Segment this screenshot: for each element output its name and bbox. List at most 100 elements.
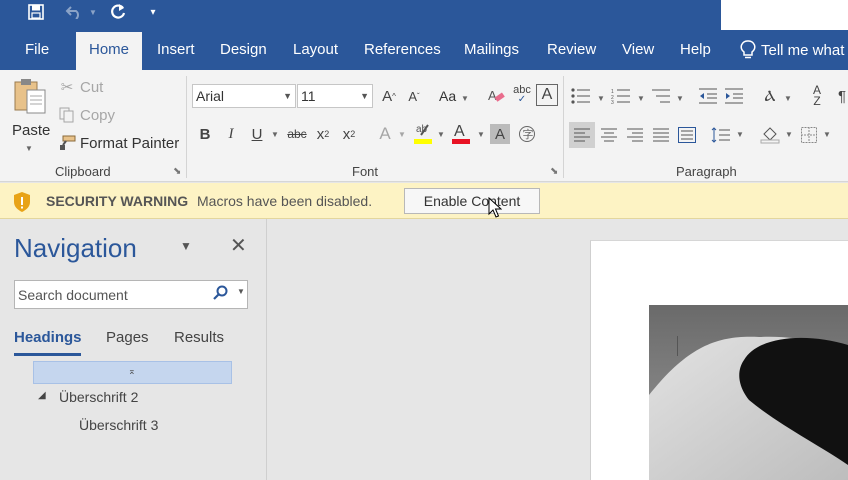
navigation-title: Navigation	[14, 233, 137, 263]
close-icon[interactable]: ✕	[230, 233, 247, 258]
underline-icon[interactable]: U	[248, 124, 266, 144]
ribbon-tabs: File Home Insert Design Layout Reference…	[0, 30, 848, 70]
shading-icon[interactable]	[758, 122, 782, 148]
cut-label[interactable]: Cut	[80, 79, 103, 96]
document-image[interactable]	[649, 305, 848, 480]
tab-view[interactable]: View	[622, 30, 654, 70]
align-right-icon[interactable]	[623, 122, 647, 148]
bullets-dropdown-icon[interactable]: ▼	[596, 94, 606, 103]
shading-dropdown-icon[interactable]: ▼	[784, 130, 794, 139]
tab-help[interactable]: Help	[680, 30, 711, 70]
shrink-font-icon[interactable]: Aˇ	[404, 86, 424, 106]
format-painter-icon[interactable]	[58, 134, 76, 152]
increase-indent-icon[interactable]	[723, 86, 745, 106]
navigation-pane: Navigation ▼ ✕ Search document ▼ Heading…	[0, 219, 267, 480]
text-effects-abc-icon[interactable]: abc ✓	[512, 84, 532, 106]
numbering-icon[interactable]: 123	[610, 86, 632, 106]
multilevel-list-icon[interactable]	[650, 86, 672, 106]
subscript-icon[interactable]: x2	[313, 124, 333, 144]
undo-icon[interactable]	[62, 0, 86, 24]
copy-icon[interactable]	[58, 106, 76, 124]
asian-layout-dropdown-icon[interactable]: ▼	[783, 94, 793, 103]
chevron-down-icon[interactable]: ▼	[283, 85, 292, 107]
expander-icon[interactable]: ◢	[38, 390, 46, 401]
show-marks-icon[interactable]: ¶	[836, 86, 848, 106]
character-border-icon[interactable]: A	[536, 84, 558, 106]
tab-design[interactable]: Design	[220, 30, 267, 70]
search-input[interactable]: Search document ▼	[14, 280, 248, 309]
highlight-dropdown-icon[interactable]: ▼	[436, 130, 446, 139]
selected-heading-row[interactable]: ⌅	[33, 361, 232, 384]
asian-layout-icon[interactable]: Ⲁ	[758, 86, 782, 106]
tab-home[interactable]: Home	[76, 32, 142, 70]
heading-item[interactable]: Überschrift 2	[59, 389, 138, 405]
font-size-combo[interactable]: 11 ▼	[297, 84, 373, 108]
ribbon-separator	[563, 76, 564, 178]
search-options-icon[interactable]: ▼	[237, 287, 245, 296]
font-name-combo[interactable]: Arial ▼	[192, 84, 296, 108]
decrease-indent-icon[interactable]	[697, 86, 719, 106]
superscript-icon[interactable]: x2	[339, 124, 359, 144]
align-center-icon[interactable]	[597, 122, 621, 148]
save-icon[interactable]	[24, 0, 48, 24]
enable-content-button[interactable]: Enable Content	[404, 188, 540, 214]
tab-file[interactable]: File	[25, 30, 49, 70]
change-case-dropdown-icon[interactable]: ▼	[460, 94, 470, 103]
search-icon[interactable]	[213, 285, 229, 304]
change-case-label[interactable]: Aa	[439, 88, 456, 104]
tab-mailings[interactable]: Mailings	[464, 30, 519, 70]
text-highlight-icon[interactable]: ab	[412, 120, 434, 146]
borders-icon[interactable]	[798, 122, 820, 148]
clear-formatting-icon[interactable]: A	[486, 86, 506, 106]
font-name-value: Arial	[196, 88, 225, 104]
format-painter-label[interactable]: Format Painter	[80, 135, 179, 152]
clipboard-launcher-icon[interactable]: ⬊	[173, 166, 181, 177]
pane-options-icon[interactable]: ▼	[180, 239, 192, 253]
heading-item[interactable]: Überschrift 3	[79, 417, 158, 433]
strikethrough-icon[interactable]: abc	[285, 124, 309, 144]
svg-text:字: 字	[523, 127, 534, 141]
tell-me-box[interactable]: Tell me what	[740, 30, 844, 70]
font-color-dropdown-icon[interactable]: ▼	[476, 130, 486, 139]
tab-references[interactable]: References	[364, 30, 441, 70]
bold-icon[interactable]: B	[196, 124, 214, 144]
customize-qat-icon[interactable]: ▾	[145, 0, 161, 24]
bullets-icon[interactable]	[570, 86, 592, 106]
paste-icon[interactable]	[12, 76, 48, 116]
text-effects-dropdown-icon[interactable]: ▼	[397, 130, 407, 139]
ribbon: Paste ▼ ✂ Cut Copy Format Painter Clipbo…	[0, 70, 848, 182]
chevron-down-icon[interactable]: ▼	[360, 85, 369, 107]
text-effects-icon[interactable]: A	[376, 124, 394, 144]
tab-layout[interactable]: Layout	[293, 30, 338, 70]
borders-dropdown-icon[interactable]: ▼	[822, 130, 832, 139]
character-shading-icon[interactable]: A	[490, 124, 510, 144]
justify-icon[interactable]	[649, 122, 673, 148]
align-left-icon[interactable]	[569, 122, 595, 148]
cut-icon[interactable]: ✂	[58, 78, 76, 96]
tab-results[interactable]: Results	[174, 329, 224, 346]
svg-text:A: A	[488, 88, 497, 103]
enclose-characters-icon[interactable]: 字	[517, 124, 537, 144]
tab-review[interactable]: Review	[547, 30, 596, 70]
font-color-icon[interactable]: A	[450, 120, 472, 146]
copy-label[interactable]: Copy	[80, 107, 115, 124]
undo-dropdown-icon[interactable]: ▼	[87, 0, 99, 24]
redo-icon[interactable]	[106, 0, 130, 24]
tab-insert[interactable]: Insert	[157, 30, 195, 70]
paste-dropdown-icon[interactable]: ▼	[24, 144, 34, 153]
sort-icon[interactable]: AZ	[806, 84, 828, 108]
ribbon-separator	[186, 76, 187, 178]
tab-headings[interactable]: Headings	[14, 329, 82, 346]
paste-label[interactable]: Paste	[12, 122, 50, 139]
collapse-icon[interactable]: ⌅	[128, 366, 136, 377]
line-spacing-dropdown-icon[interactable]: ▼	[735, 130, 745, 139]
italic-icon[interactable]: I	[222, 124, 240, 144]
line-spacing-icon[interactable]	[709, 122, 733, 148]
underline-dropdown-icon[interactable]: ▼	[270, 130, 280, 139]
distributed-icon[interactable]	[675, 122, 699, 148]
multilevel-dropdown-icon[interactable]: ▼	[675, 94, 685, 103]
font-launcher-icon[interactable]: ⬊	[550, 166, 558, 177]
tab-pages[interactable]: Pages	[106, 329, 149, 346]
numbering-dropdown-icon[interactable]: ▼	[636, 94, 646, 103]
grow-font-icon[interactable]: A ^	[379, 86, 399, 106]
